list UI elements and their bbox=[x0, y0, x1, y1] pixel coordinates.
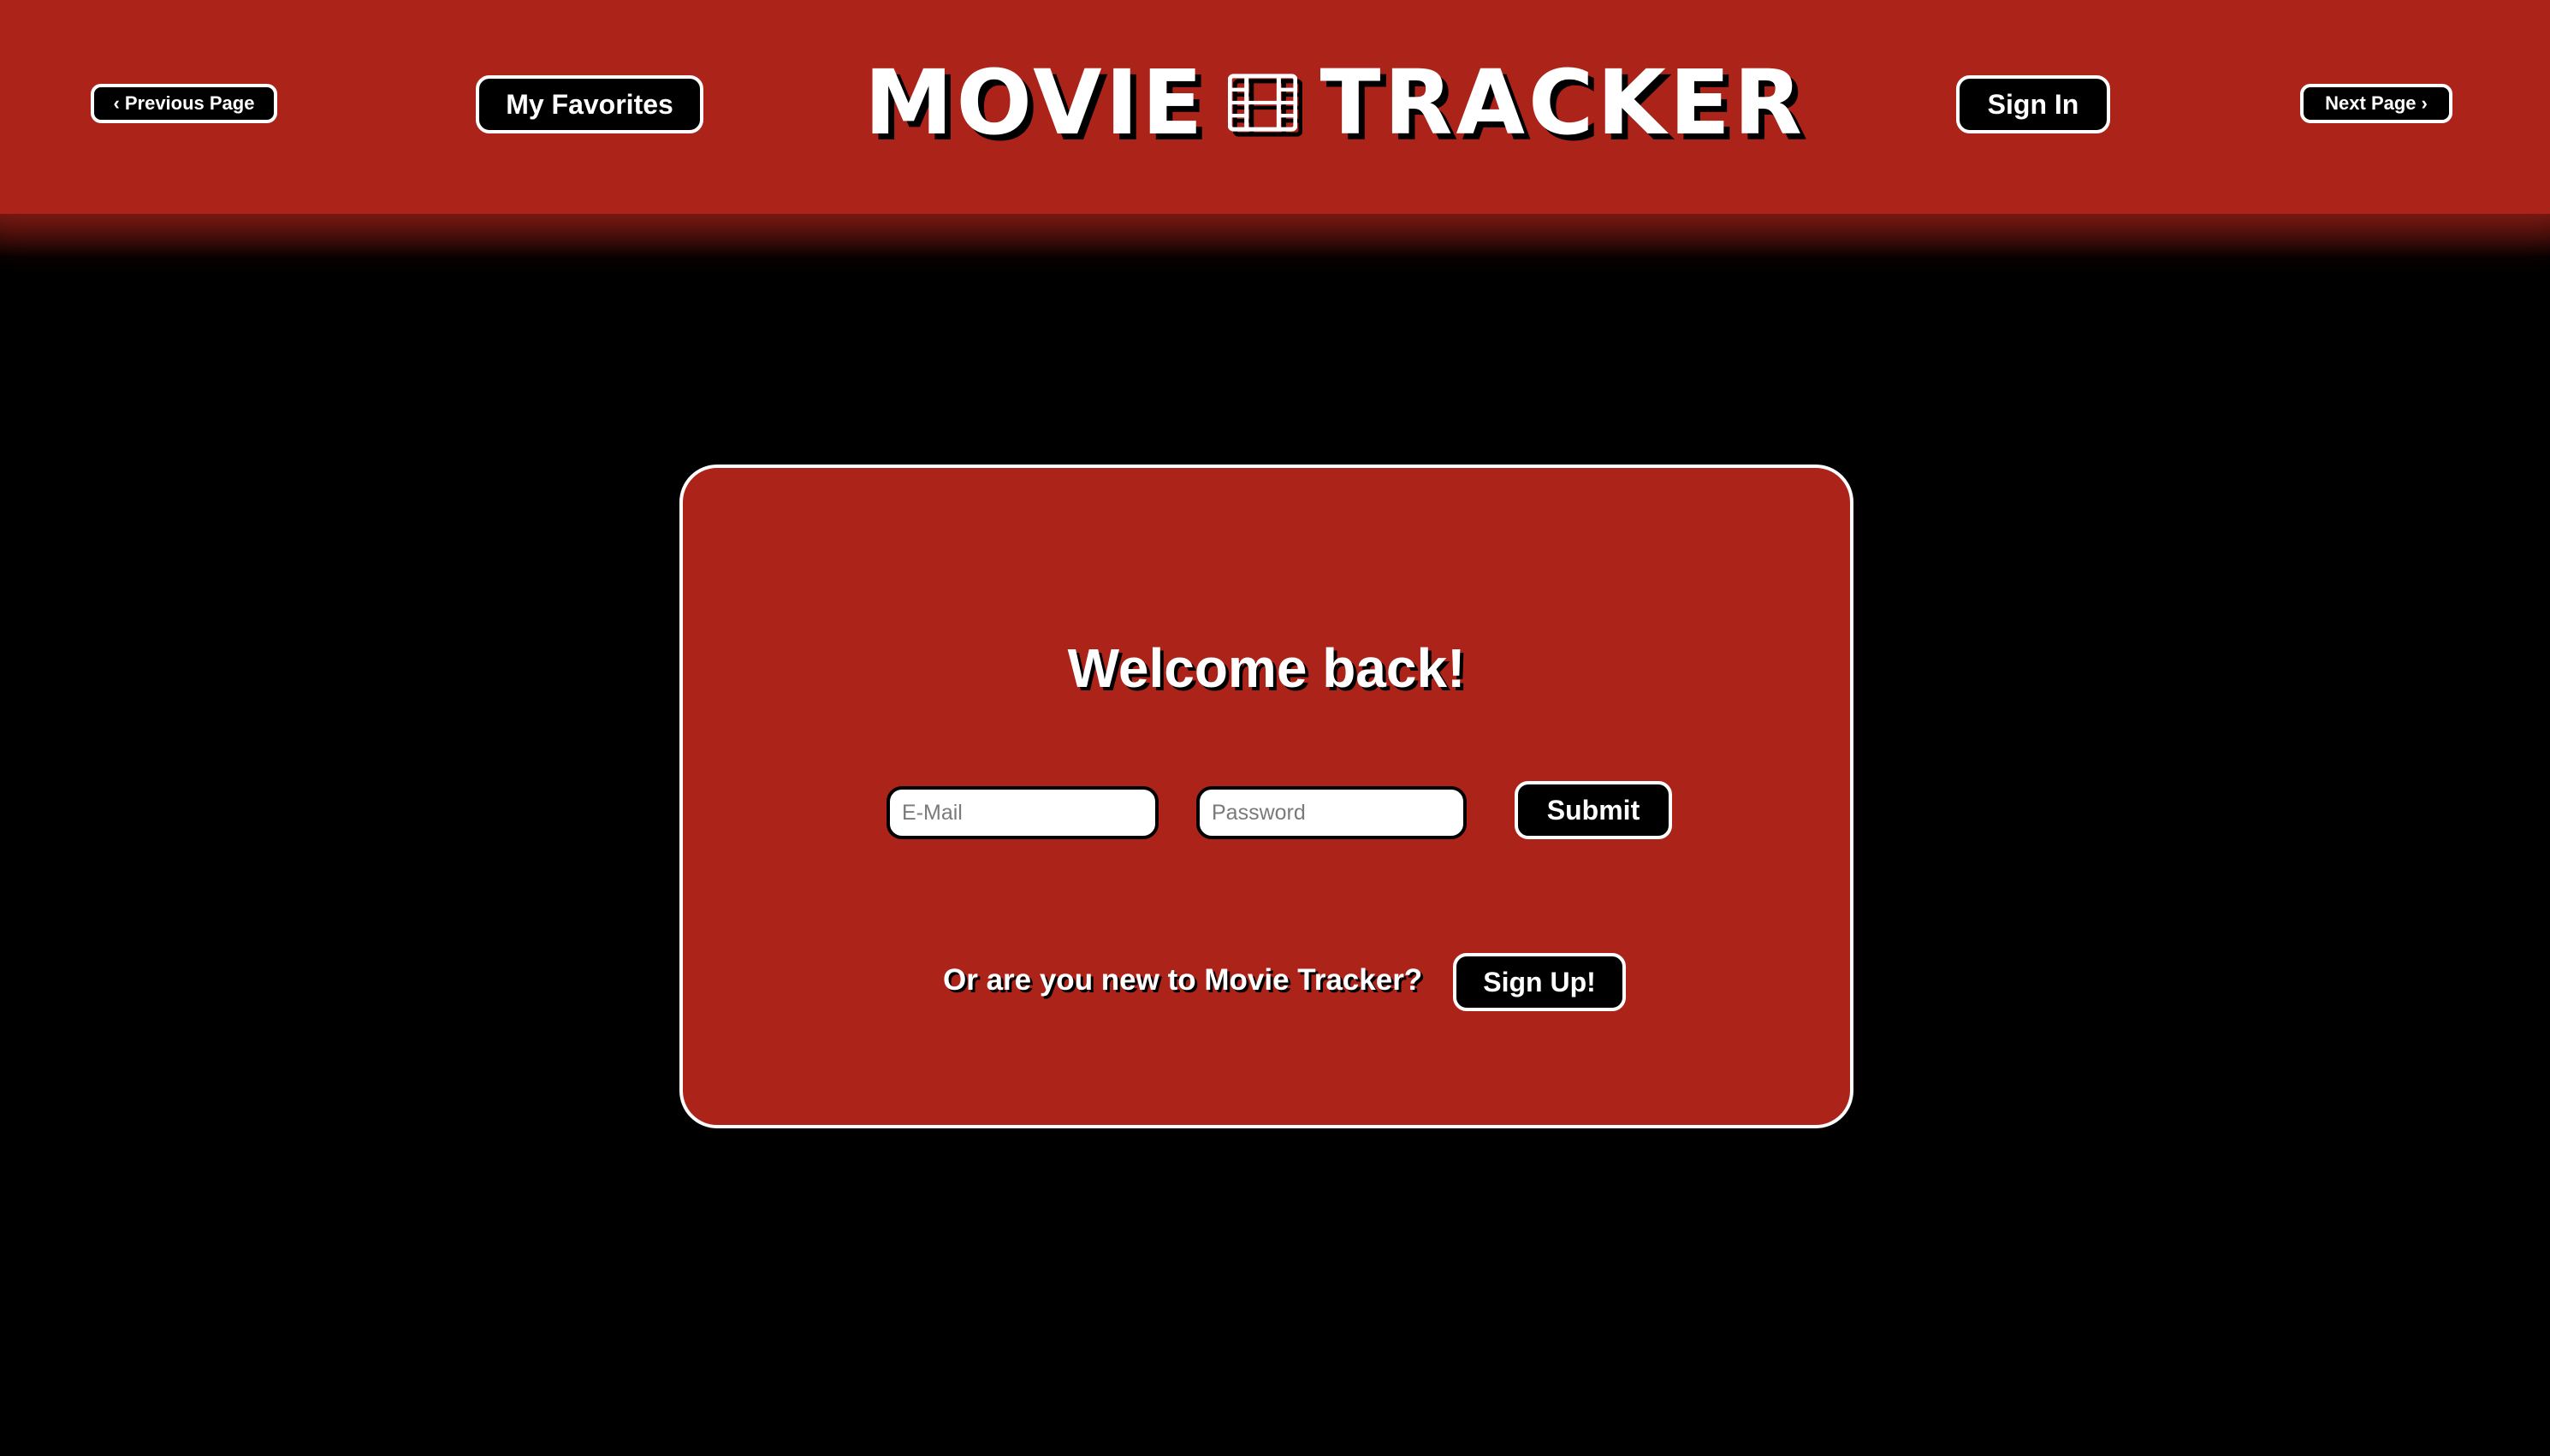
header-shadow bbox=[0, 214, 2550, 257]
email-field[interactable] bbox=[887, 786, 1159, 839]
next-page-button[interactable]: Next Page › bbox=[2300, 84, 2452, 123]
chevron-right-icon: › bbox=[2421, 92, 2428, 114]
submit-button[interactable]: Submit bbox=[1515, 781, 1672, 839]
previous-page-label: Previous Page bbox=[124, 92, 255, 114]
my-favorites-label: My Favorites bbox=[506, 88, 673, 120]
sign-in-button[interactable]: Sign In bbox=[1956, 75, 2110, 133]
login-card: Welcome back! Submit Or are you new to M… bbox=[679, 465, 1853, 1128]
sign-in-label: Sign In bbox=[1987, 88, 2079, 120]
chevron-left-icon: ‹ bbox=[113, 92, 120, 114]
top-header: ‹ Previous Page My Favorites MOVIE TRACK… bbox=[0, 0, 2550, 214]
signup-prompt: Or are you new to Movie Tracker? bbox=[943, 963, 1423, 997]
film-icon bbox=[1228, 74, 1298, 132]
previous-page-button[interactable]: ‹ Previous Page bbox=[91, 84, 277, 123]
logo-word-tracker: TRACKER bbox=[1319, 50, 1806, 155]
logo-word-movie: MOVIE bbox=[864, 50, 1207, 155]
password-field[interactable] bbox=[1196, 786, 1467, 839]
submit-label: Submit bbox=[1546, 794, 1640, 826]
welcome-heading: Welcome back! bbox=[1067, 637, 1466, 699]
signup-row: Or are you new to Movie Tracker? Sign Up… bbox=[683, 953, 1850, 1011]
app-logo: MOVIE TRACKER bbox=[864, 53, 1806, 152]
next-page-label: Next Page bbox=[2325, 92, 2417, 114]
my-favorites-button[interactable]: My Favorites bbox=[476, 75, 703, 133]
sign-up-button[interactable]: Sign Up! bbox=[1453, 953, 1626, 1011]
sign-up-label: Sign Up! bbox=[1483, 966, 1596, 997]
